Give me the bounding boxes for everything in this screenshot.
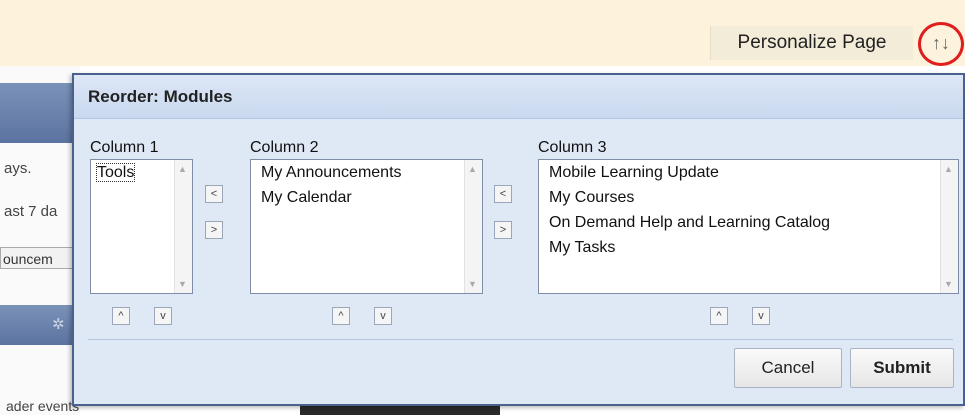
submit-button[interactable]: Submit: [850, 348, 954, 388]
scroll-down-icon: ▼: [944, 279, 953, 289]
column-2-listbox[interactable]: My Announcements My Calendar ▲ ▼: [250, 159, 483, 294]
column-1-move-up-button[interactable]: ^: [112, 307, 130, 325]
reorder-arrows-icon: ↑↓: [932, 33, 950, 53]
list-item[interactable]: Mobile Learning Update: [539, 160, 958, 185]
scroll-up-icon: ▲: [178, 164, 187, 174]
scrollbar[interactable]: ▲ ▼: [940, 160, 958, 293]
background-announcement-button: ouncem: [0, 247, 78, 269]
column-1-listbox[interactable]: Tools ▲ ▼: [90, 159, 193, 294]
scroll-down-icon: ▼: [468, 279, 477, 289]
background-module-header: [0, 83, 80, 143]
background-text: ays.: [4, 160, 32, 177]
scroll-up-icon: ▲: [468, 164, 477, 174]
gear-icon: ✲: [52, 316, 65, 333]
reorder-modules-dialog: Reorder: Modules Column 1 Tools ▲ ▼ ^ v …: [72, 73, 965, 406]
cancel-button[interactable]: Cancel: [734, 348, 842, 388]
list-item[interactable]: My Calendar: [251, 185, 482, 210]
column-2-move-down-button[interactable]: v: [374, 307, 392, 325]
column-3-listbox[interactable]: Mobile Learning Update My Courses On Dem…: [538, 159, 959, 294]
column-1-move-down-button[interactable]: v: [154, 307, 172, 325]
divider: [88, 339, 953, 340]
move-right-to-column-3-button[interactable]: >: [494, 221, 512, 239]
move-left-to-column-1-button[interactable]: <: [205, 185, 223, 203]
list-item[interactable]: On Demand Help and Learning Catalog: [539, 210, 958, 235]
column-2-move-up-button[interactable]: ^: [332, 307, 350, 325]
move-right-to-column-2-button[interactable]: >: [205, 221, 223, 239]
dialog-title: Reorder: Modules: [74, 75, 963, 119]
column-2-label: Column 2: [250, 139, 319, 156]
background-text: ast 7 da: [4, 203, 58, 220]
column-3-move-up-button[interactable]: ^: [710, 307, 728, 325]
background-text: ader events: [6, 398, 80, 414]
scrollbar[interactable]: ▲ ▼: [464, 160, 482, 293]
move-left-to-column-2-button[interactable]: <: [494, 185, 512, 203]
column-3-label: Column 3: [538, 139, 607, 156]
personalize-page-button[interactable]: Personalize Page: [710, 26, 913, 60]
background-module-header: ✲: [0, 305, 80, 345]
list-item[interactable]: My Courses: [539, 185, 958, 210]
column-1-label: Column 1: [90, 139, 159, 156]
page-header-bar: Personalize Page ↑↓: [0, 0, 965, 66]
scroll-down-icon: ▼: [178, 279, 187, 289]
list-item[interactable]: My Tasks: [539, 235, 958, 260]
scrollbar[interactable]: ▲ ▼: [174, 160, 192, 293]
column-3-move-down-button[interactable]: v: [752, 307, 770, 325]
scroll-up-icon: ▲: [944, 164, 953, 174]
reorder-modules-button[interactable]: ↑↓: [918, 22, 964, 66]
list-item[interactable]: My Announcements: [251, 160, 482, 185]
